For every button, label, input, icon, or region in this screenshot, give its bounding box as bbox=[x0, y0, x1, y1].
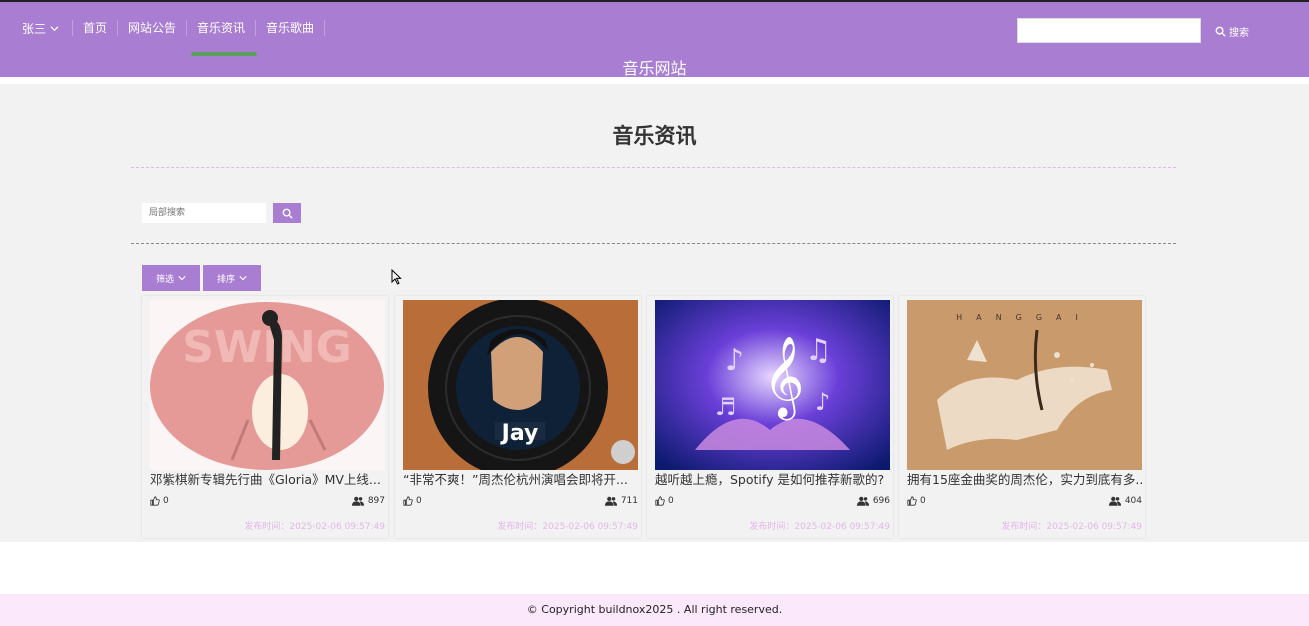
svg-text:♪: ♪ bbox=[815, 388, 830, 416]
local-search-button[interactable] bbox=[273, 203, 301, 223]
like-value: 0 bbox=[668, 496, 674, 506]
view-count: 404 bbox=[1108, 496, 1142, 506]
news-card[interactable]: HANGGAI 拥有15座金曲奖的周杰伦，实力到底有多... 0 404 发布时… bbox=[899, 296, 1145, 538]
users-icon bbox=[1108, 496, 1121, 506]
thumbs-up-icon bbox=[655, 496, 665, 506]
chevron-down-icon bbox=[178, 276, 186, 281]
sort-button[interactable]: 排序 bbox=[203, 265, 261, 291]
chevron-down-icon bbox=[50, 26, 59, 32]
filter-label: 筛选 bbox=[155, 274, 174, 285]
svg-text:♪: ♪ bbox=[725, 343, 744, 378]
nav-home[interactable]: 首页 bbox=[72, 20, 117, 36]
like-count[interactable]: 0 bbox=[150, 496, 169, 506]
publish-time: 发布时间：2025-02-06 09:57:49 bbox=[1001, 522, 1142, 532]
chevron-down-icon bbox=[239, 276, 247, 281]
nav-music-news[interactable]: 音乐资讯 bbox=[186, 20, 258, 56]
publish-time: 发布时间：2025-02-06 09:57:49 bbox=[244, 522, 385, 532]
news-card[interactable]: SWING 邓紫棋新专辑先行曲《Gloria》MV上线... 0 897 发布时… bbox=[142, 296, 388, 538]
view-count: 711 bbox=[604, 496, 638, 506]
users-icon bbox=[856, 496, 869, 506]
main-nav: 首页 网站公告 音乐资讯 音乐歌曲 bbox=[72, 20, 326, 56]
news-thumbnail[interactable]: SWING bbox=[150, 300, 385, 470]
svg-text:♫: ♫ bbox=[805, 333, 832, 368]
title-divider bbox=[131, 167, 1176, 168]
users-icon bbox=[351, 496, 364, 506]
news-thumbnail[interactable]: Jay bbox=[403, 300, 638, 470]
thumb-text: Jay bbox=[500, 421, 539, 446]
svg-text:𝄞: 𝄞 bbox=[763, 335, 804, 420]
page-title: 音乐资讯 bbox=[612, 124, 697, 148]
nav-announcements[interactable]: 网站公告 bbox=[117, 20, 186, 36]
like-value: 0 bbox=[416, 496, 422, 506]
filter-button[interactable]: 筛选 bbox=[142, 265, 200, 291]
news-card[interactable]: 𝄞 ♪ ♫ ♬ ♪ 越听越上瘾，Spotify 是如何推荐新歌的? 0 696 … bbox=[647, 296, 893, 538]
thumbs-up-icon bbox=[403, 496, 413, 506]
news-title[interactable]: “非常不爽！”周杰伦杭州演唱会即将开... bbox=[403, 471, 638, 489]
top-navbar: 张三 首页 网站公告 音乐资讯 音乐歌曲 搜索 音乐网站 bbox=[0, 0, 1309, 78]
like-count[interactable]: 0 bbox=[655, 496, 674, 506]
thumb-text: HANGGAI bbox=[956, 313, 1092, 322]
sort-label: 排序 bbox=[216, 274, 235, 285]
user-menu[interactable]: 张三 bbox=[22, 20, 59, 37]
view-value: 696 bbox=[872, 496, 890, 506]
like-count[interactable]: 0 bbox=[907, 496, 926, 506]
top-search-button[interactable]: 搜索 bbox=[1215, 24, 1249, 39]
site-title: 音乐网站 bbox=[622, 59, 687, 78]
view-value: 897 bbox=[367, 496, 385, 506]
search-icon bbox=[282, 208, 293, 219]
view-value: 711 bbox=[620, 496, 638, 506]
top-search-input[interactable] bbox=[1017, 18, 1201, 43]
like-value: 0 bbox=[163, 496, 169, 506]
mouse-cursor-icon bbox=[391, 269, 402, 285]
news-card[interactable]: Jay “非常不爽！”周杰伦杭州演唱会即将开... 0 711 发布时间：202… bbox=[395, 296, 641, 538]
view-value: 404 bbox=[1124, 496, 1142, 506]
user-name: 张三 bbox=[22, 22, 47, 36]
top-search-label: 搜索 bbox=[1229, 28, 1249, 39]
news-title[interactable]: 拥有15座金曲奖的周杰伦，实力到底有多... bbox=[907, 471, 1142, 489]
svg-text:♬: ♬ bbox=[715, 393, 737, 421]
users-icon bbox=[604, 496, 617, 506]
footer: © Copyright buildnox2025 . All right res… bbox=[0, 594, 1309, 626]
like-count[interactable]: 0 bbox=[403, 496, 422, 506]
view-count: 696 bbox=[856, 496, 890, 506]
search-icon bbox=[1215, 26, 1226, 37]
like-value: 0 bbox=[920, 496, 926, 506]
news-thumbnail[interactable]: HANGGAI bbox=[907, 300, 1142, 470]
thumbs-up-icon bbox=[907, 496, 917, 506]
search-divider bbox=[131, 243, 1176, 244]
nav-music-songs[interactable]: 音乐歌曲 bbox=[255, 20, 326, 36]
publish-time: 发布时间：2025-02-06 09:57:49 bbox=[497, 522, 638, 532]
view-count: 897 bbox=[351, 496, 385, 506]
publish-time: 发布时间：2025-02-06 09:57:49 bbox=[749, 522, 890, 532]
main-content: 音乐资讯 筛选 排序 SWING 邓紫棋新专辑先行曲《Gloria》MV上线..… bbox=[0, 84, 1309, 542]
news-title[interactable]: 邓紫棋新专辑先行曲《Gloria》MV上线... bbox=[150, 471, 385, 489]
news-thumbnail[interactable]: 𝄞 ♪ ♫ ♬ ♪ bbox=[655, 300, 890, 470]
thumbs-up-icon bbox=[150, 496, 160, 506]
local-search-input[interactable] bbox=[142, 203, 266, 223]
news-title[interactable]: 越听越上瘾，Spotify 是如何推荐新歌的? bbox=[655, 471, 890, 489]
thumb-text: SWING bbox=[182, 322, 352, 373]
